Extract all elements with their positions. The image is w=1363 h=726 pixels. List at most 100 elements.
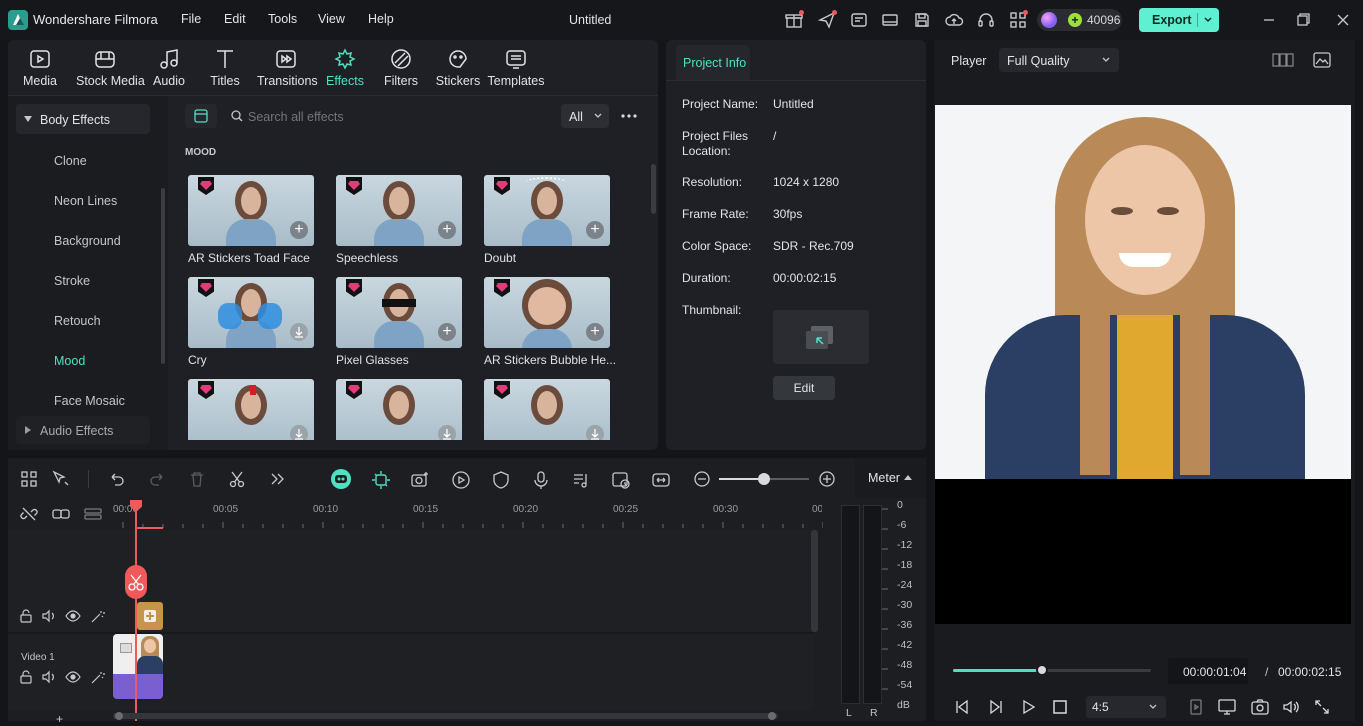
zoom-out-icon[interactable] <box>693 470 713 490</box>
current-time-box[interactable]: 00:00:01:04 <box>1168 658 1248 684</box>
edit-thumbnail-button[interactable]: Edit <box>773 376 835 400</box>
gift-icon[interactable] <box>784 10 804 30</box>
next-frame-icon[interactable] <box>987 698 1005 716</box>
minimize-icon[interactable] <box>1259 10 1279 30</box>
video-clip[interactable] <box>113 634 163 699</box>
cloud-upload-icon[interactable] <box>944 10 964 30</box>
category-group-body-effects[interactable]: Body Effects <box>16 104 150 134</box>
save-icon[interactable] <box>912 10 932 30</box>
meter-toggle[interactable]: Meter <box>855 458 926 498</box>
select-pointer-icon[interactable] <box>51 470 71 490</box>
video-preview[interactable] <box>935 105 1351 624</box>
headset-icon[interactable] <box>976 10 996 30</box>
lock-icon[interactable] <box>19 609 33 623</box>
playback-progress-handle[interactable] <box>1036 664 1049 676</box>
speed-icon[interactable] <box>451 470 471 490</box>
layout-grid-icon[interactable] <box>20 470 40 490</box>
snapshot-view-icon[interactable] <box>1312 51 1332 69</box>
tab-audio[interactable]: Audio <box>140 46 198 94</box>
timeline-vscrollbar[interactable] <box>811 530 818 632</box>
apps-grid-icon[interactable] <box>1008 10 1028 30</box>
effect-card[interactable]: + AR Stickers Toad Face <box>188 175 314 265</box>
review-icon[interactable] <box>849 10 869 30</box>
tab-filters[interactable]: Filters <box>372 46 430 94</box>
microphone-icon[interactable] <box>531 470 551 490</box>
effect-card[interactable] <box>484 379 610 440</box>
add-icon[interactable]: + <box>290 221 308 239</box>
category-group-audio-effects[interactable]: Audio Effects <box>16 416 150 444</box>
effect-card[interactable]: + AR Stickers Bubble He... <box>484 277 616 367</box>
download-icon[interactable] <box>290 425 308 440</box>
tab-effects[interactable]: Effects <box>316 46 374 94</box>
download-icon[interactable] <box>586 425 604 440</box>
search-input[interactable] <box>248 107 548 127</box>
zoom-in-icon[interactable] <box>818 470 838 490</box>
more-tools-icon[interactable] <box>268 470 288 490</box>
more-options-icon[interactable] <box>620 108 638 124</box>
scissors-icon[interactable] <box>228 470 248 490</box>
add-track-icon[interactable]: + <box>56 712 63 726</box>
effect-card[interactable] <box>336 379 462 440</box>
fit-width-icon[interactable] <box>651 470 671 490</box>
playhead[interactable] <box>135 500 137 721</box>
menu-view[interactable]: View <box>318 12 345 26</box>
category-clone[interactable]: Clone <box>54 154 87 168</box>
menu-tools[interactable]: Tools <box>268 12 297 26</box>
effect-card[interactable]: Cry <box>188 277 314 367</box>
layout-icon[interactable] <box>880 10 900 30</box>
track-manage-icon[interactable] <box>83 505 103 523</box>
favorites-button[interactable] <box>185 104 217 128</box>
category-mood[interactable]: Mood <box>54 354 85 368</box>
filter-select[interactable]: All <box>561 104 609 128</box>
effect-card[interactable]: + Pixel Glasses <box>336 277 462 367</box>
tab-stock-media[interactable]: Stock Media <box>76 46 145 94</box>
quality-select[interactable]: Full Quality <box>999 48 1119 72</box>
add-icon[interactable]: + <box>586 323 604 341</box>
redo-icon[interactable] <box>148 470 168 490</box>
tab-templates[interactable]: Templates <box>487 46 545 94</box>
menu-file[interactable]: File <box>181 12 201 26</box>
add-icon[interactable]: + <box>586 221 604 239</box>
maximize-icon[interactable] <box>1293 10 1313 30</box>
tab-project-info[interactable]: Project Info <box>676 45 750 81</box>
timeline-hscrollbar[interactable] <box>113 712 778 720</box>
magic-wand-icon[interactable] <box>90 609 106 623</box>
category-stroke[interactable]: Stroke <box>54 274 90 288</box>
zoom-slider[interactable] <box>719 473 809 485</box>
send-icon[interactable] <box>817 10 837 30</box>
lock-icon[interactable] <box>19 670 33 684</box>
download-icon[interactable] <box>438 425 456 440</box>
category-background[interactable]: Background <box>54 234 121 248</box>
eye-icon[interactable] <box>65 609 81 623</box>
tab-titles[interactable]: Titles <box>196 46 254 94</box>
add-icon[interactable]: + <box>438 323 456 341</box>
clip-mark-icon[interactable] <box>1187 698 1205 716</box>
ai-effect-icon[interactable] <box>410 470 430 490</box>
effect-clip[interactable] <box>137 602 163 630</box>
display-icon[interactable] <box>1217 698 1237 716</box>
aspect-select[interactable]: 4:5 <box>1086 696 1166 718</box>
split-at-playhead-button[interactable] <box>125 565 147 599</box>
close-icon[interactable] <box>1333 10 1353 30</box>
category-neon-lines[interactable]: Neon Lines <box>54 194 117 208</box>
add-icon[interactable]: + <box>438 221 456 239</box>
tab-transitions[interactable]: Transitions <box>257 46 318 94</box>
previous-frame-icon[interactable] <box>953 698 971 716</box>
thumbnail-placeholder[interactable] <box>773 310 869 364</box>
chevron-down-icon[interactable] <box>1197 13 1214 27</box>
mute-icon[interactable] <box>41 670 57 684</box>
category-retouch[interactable]: Retouch <box>54 314 101 328</box>
volume-icon[interactable] <box>1281 698 1301 716</box>
mute-icon[interactable] <box>41 609 57 623</box>
tab-stickers[interactable]: Stickers <box>429 46 487 94</box>
effect-card[interactable]: + Doubt <box>484 175 610 265</box>
ai-mate-icon[interactable] <box>330 468 351 489</box>
eye-icon[interactable] <box>65 670 81 684</box>
grid-view-icon[interactable] <box>1272 52 1294 68</box>
unlink-icon[interactable] <box>20 505 38 523</box>
fullscreen-icon[interactable] <box>1313 698 1331 716</box>
category-scrollbar[interactable] <box>161 188 165 364</box>
effect-card[interactable] <box>188 379 314 440</box>
play-icon[interactable] <box>1019 698 1037 716</box>
zoom-slider-handle[interactable] <box>758 473 770 485</box>
